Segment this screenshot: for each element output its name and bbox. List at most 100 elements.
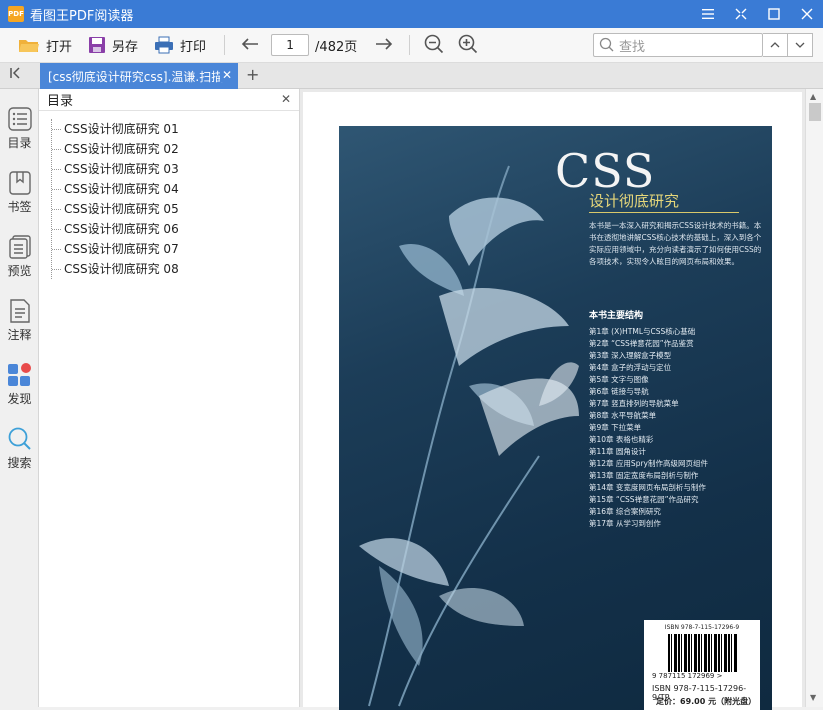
pdf-page: CSS 设计彻底研究 本书是一本深入研究和揭示CSS设计技术的书籍。本书在透彻地… — [303, 92, 802, 710]
toc-item[interactable]: CSS设计彻底研究 06 — [52, 219, 179, 239]
toc-item[interactable]: CSS设计彻底研究 04 — [52, 179, 179, 199]
menu-icon[interactable] — [691, 0, 724, 28]
vertical-scrollbar[interactable]: ▲ ▼ — [805, 89, 823, 707]
chapter-list: 第1章 (X)HTML与CSS核心基础 第2章 “CSS禅意花园”作品鉴赏 第3… — [589, 326, 708, 530]
annotation-icon — [9, 299, 30, 323]
save-icon — [89, 37, 106, 53]
bookmark-icon — [8, 171, 31, 195]
barcode-bars — [668, 634, 738, 672]
chapter-item: 第17章 从学习到创作 — [589, 519, 661, 528]
restore-icon[interactable] — [724, 0, 757, 28]
cover-subtitle: 设计彻底研究 — [589, 192, 680, 210]
search-icon — [599, 37, 614, 52]
next-page-icon[interactable] — [369, 37, 399, 54]
chapter-item: 第9章 下拉菜单 — [589, 423, 642, 432]
app-title: 看图王PDF阅读器 — [30, 8, 134, 24]
tab-bar: [css彻底设计研究css].温谦.扫描 ✕ + — [0, 63, 823, 89]
prev-page-icon[interactable] — [235, 37, 265, 54]
cover-structure-heading: 本书主要结构 — [589, 311, 644, 321]
chapter-item: 第5章 文字与图像 — [589, 375, 649, 384]
search-next-button[interactable] — [788, 33, 813, 57]
print-label: 打印 — [180, 39, 207, 55]
toolbar-divider — [224, 35, 226, 55]
printer-icon — [155, 36, 174, 54]
book-cover-image: CSS 设计彻底研究 本书是一本深入研究和揭示CSS设计技术的书籍。本书在透彻地… — [339, 126, 772, 710]
toolbar-divider — [409, 35, 411, 55]
chapter-item: 第15章 “CSS禅意花园”作品研究 — [589, 495, 699, 504]
chapter-item: 第4章 盒子的浮动与定位 — [589, 363, 672, 372]
document-tab[interactable]: [css彻底设计研究css].温谦.扫描 ✕ — [40, 63, 238, 89]
open-label: 打开 — [46, 39, 73, 55]
page-number-input[interactable]: 1 — [271, 34, 310, 56]
window-controls — [691, 0, 823, 28]
barcode-isbn-top: ISBN 978-7-115-17296-9 — [664, 624, 740, 631]
chapter-item: 第12章 应用Spry制作高级网页组件 — [589, 459, 708, 468]
toc-item[interactable]: CSS设计彻底研究 03 — [52, 159, 179, 179]
thumbnail-icon — [8, 235, 31, 259]
sidebar-item-toc[interactable]: 目录 — [0, 107, 39, 151]
toc-item[interactable]: CSS设计彻底研究 05 — [52, 199, 179, 219]
sidebar-item-label: 发现 — [7, 392, 32, 406]
scroll-up-icon[interactable]: ▲ — [810, 92, 816, 101]
sidebar-item-search[interactable]: 搜索 — [0, 427, 39, 471]
scrollbar-thumb[interactable] — [809, 103, 821, 121]
print-button[interactable]: 打印 — [146, 28, 214, 63]
chapter-item: 第1章 (X)HTML与CSS核心基础 — [589, 327, 696, 336]
cover-description: 本书是一本深入研究和揭示CSS设计技术的书籍。本书在透彻地讲解CSS核心技术的基… — [589, 221, 762, 266]
toc-item[interactable]: CSS设计彻底研究 01 — [52, 119, 179, 139]
toc-list: CSS设计彻底研究 01 CSS设计彻底研究 02 CSS设计彻底研究 03 C… — [51, 119, 179, 279]
tab-label: [css彻底设计研究css].温谦.扫描 — [48, 69, 224, 84]
cover-rule — [589, 212, 739, 213]
sidebar-item-label: 目录 — [7, 136, 32, 150]
maximize-icon[interactable] — [757, 0, 790, 28]
open-button[interactable]: 打开 — [10, 28, 80, 63]
chapter-item: 第14章 变宽度网页布局剖析与制作 — [589, 483, 706, 492]
isbn-barcode: ISBN 978-7-115-17296-9 9 787115 172969 >… — [644, 620, 760, 710]
toc-item[interactable]: CSS设计彻底研究 02 — [52, 139, 179, 159]
scroll-down-icon[interactable]: ▼ — [810, 693, 816, 702]
zoom-out-icon[interactable] — [420, 34, 448, 57]
new-tab-icon[interactable]: + — [246, 65, 259, 84]
search-placeholder: 查找 — [619, 39, 646, 55]
toolbar: 打开 另存 打印 1 /482页 查找 — [0, 28, 823, 63]
tab-close-icon[interactable]: ✕ — [219, 68, 232, 82]
sidebar-item-bookmark[interactable]: 书签 — [0, 171, 39, 215]
chapter-item: 第11章 圆角设计 — [589, 447, 646, 456]
zoom-in-icon[interactable] — [454, 34, 482, 57]
chapter-item: 第8章 水平导航菜单 — [589, 411, 657, 420]
toc-icon — [7, 107, 32, 131]
search-input[interactable]: 查找 — [593, 33, 763, 57]
search-nav — [763, 33, 813, 57]
chapter-item: 第3章 深入理解盒子模型 — [589, 351, 672, 360]
chapter-item: 第7章 竖直排列的导航菜单 — [589, 399, 679, 408]
toc-item[interactable]: CSS设计彻底研究 07 — [52, 239, 179, 259]
sidebar-item-label: 注释 — [7, 328, 32, 342]
barcode-number: 9 787115 172969 > — [652, 672, 723, 680]
search-prev-button[interactable] — [763, 33, 788, 57]
close-icon[interactable] — [790, 0, 823, 28]
chapter-item: 第10章 表格也精彩 — [589, 435, 654, 444]
price-text: 定价：69.00 元（附光盘） — [656, 697, 757, 706]
left-sidebar: 目录 书签 预览 注释 发现 搜索 — [0, 89, 39, 707]
discover-icon — [7, 363, 31, 386]
folder-icon — [19, 40, 39, 52]
sidebar-item-discover[interactable]: 发现 — [0, 363, 39, 407]
chapter-item: 第6章 链接与导航 — [589, 387, 649, 396]
saveas-button[interactable]: 另存 — [80, 28, 146, 63]
title-bar: PDF 看图王PDF阅读器 — [0, 0, 823, 28]
saveas-label: 另存 — [112, 39, 139, 55]
chapter-item: 第16章 综合案例研究 — [589, 507, 661, 516]
collapse-sidebar-icon[interactable] — [8, 66, 22, 84]
sidebar-item-preview[interactable]: 预览 — [0, 235, 39, 279]
sidebar-item-label: 搜索 — [7, 456, 32, 470]
toc-item[interactable]: CSS设计彻底研究 08 — [52, 259, 179, 279]
sidebar-item-label: 书签 — [7, 200, 32, 214]
chapter-item: 第2章 “CSS禅意花园”作品鉴赏 — [589, 339, 694, 348]
sidebar-item-annotation[interactable]: 注释 — [0, 299, 39, 343]
flower-illustration — [359, 165, 579, 707]
toc-close-icon[interactable]: ✕ — [281, 92, 291, 106]
document-viewer[interactable]: CSS 设计彻底研究 本书是一本深入研究和揭示CSS设计技术的书籍。本书在透彻地… — [300, 89, 823, 710]
page-total: /482页 — [315, 39, 358, 55]
toc-panel: 目录 ✕ CSS设计彻底研究 01 CSS设计彻底研究 02 CSS设计彻底研究… — [39, 89, 300, 707]
toc-title: 目录 — [47, 94, 74, 109]
